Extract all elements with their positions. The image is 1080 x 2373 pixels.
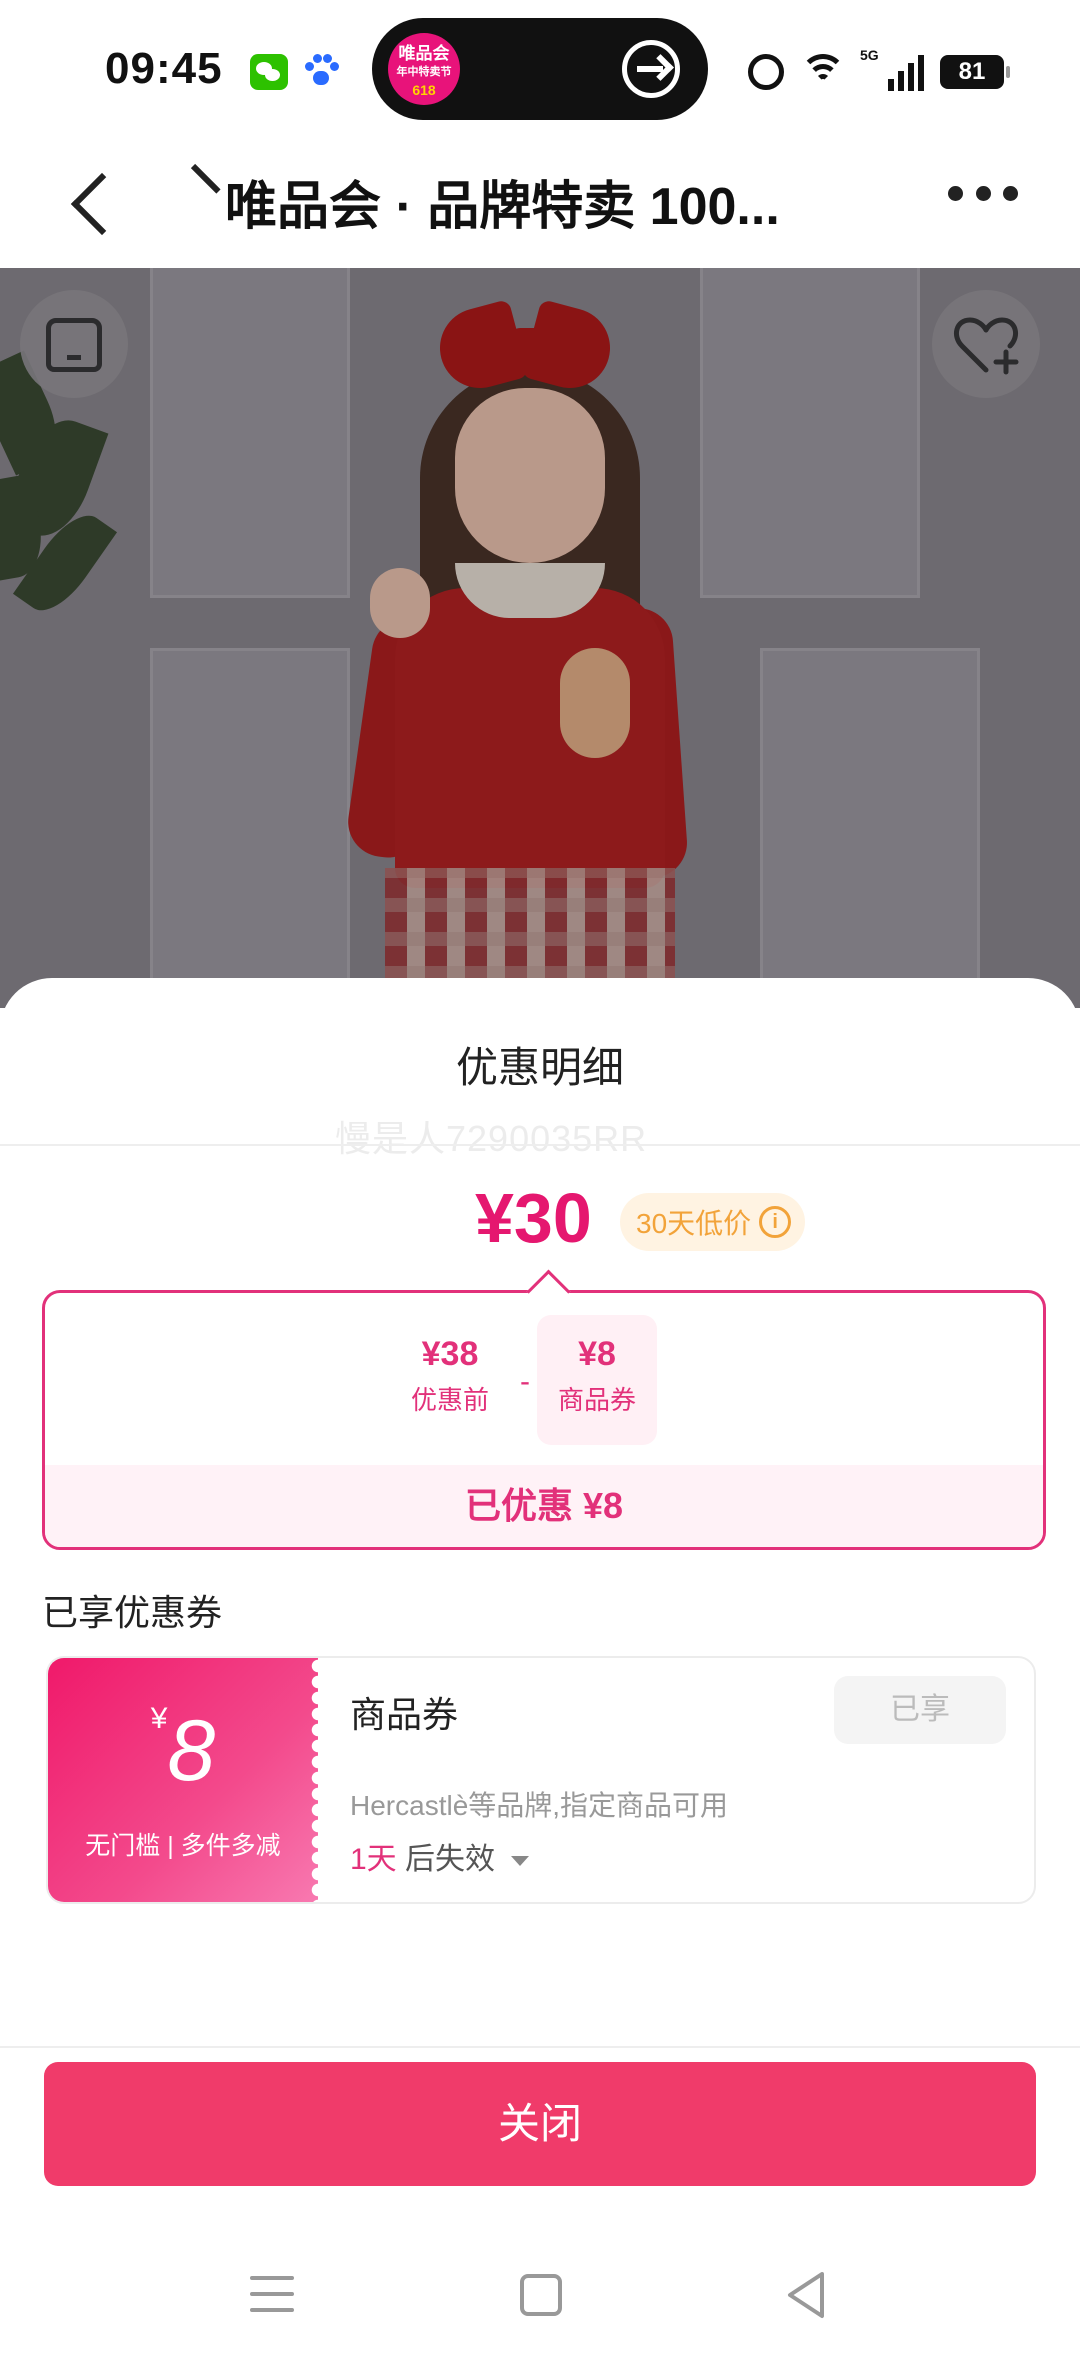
coupon-discount-label: 商品券 — [557, 1385, 636, 1415]
coupon-status-button: 已享 — [834, 1676, 1006, 1744]
back-triangle-icon[interactable] — [784, 2270, 828, 2320]
coupon-card[interactable]: ¥8 无门槛 | 多件多减 商品券 已享 Hercastlè等品牌,指定商品可用… — [46, 1656, 1036, 1904]
coupon-expiry[interactable]: 1天 后失效 — [350, 1834, 530, 1878]
minus-sign: - — [520, 1365, 530, 1398]
status-icons: 5G 81 — [748, 47, 1010, 96]
baidu-paw-icon — [304, 54, 339, 90]
recent-apps-icon[interactable] — [250, 2274, 294, 2314]
vip-618-logo: 唯品会 年中特卖节 618 — [388, 33, 460, 105]
saved-amount: 已优惠 ¥8 — [45, 1465, 1043, 1547]
home-square-icon[interactable] — [520, 2274, 562, 2316]
page-title: 唯品会 · 品牌特卖 100... — [225, 178, 780, 236]
coupon-discount-value: ¥8 — [578, 1335, 616, 1373]
heart-plus-icon — [953, 317, 1019, 375]
home-button[interactable] — [20, 290, 128, 398]
coupon-value-panel: ¥8 无门槛 | 多件多减 — [48, 1658, 326, 1902]
coupon-discount-item: ¥8 商品券 — [537, 1315, 657, 1445]
final-price: ¥30 — [475, 1179, 592, 1257]
coupon-name: 商品券 — [350, 1694, 459, 1735]
home-icon — [46, 318, 102, 372]
user-watermark: 慢是人7290035RR — [335, 1118, 648, 1159]
exit-arrow-icon[interactable] — [622, 40, 680, 98]
status-time: 09:45 — [105, 44, 223, 93]
original-price-item: ¥38 优惠前 — [390, 1315, 510, 1417]
coupon-description: Hercastlè等品牌,指定商品可用 — [350, 1790, 729, 1821]
discount-detail-sheet: 优惠明细 慢是人7290035RR ¥30 30天低价 i ¥38 优惠前 - … — [0, 978, 1080, 2373]
system-nav-bar — [0, 2240, 1080, 2360]
original-price-label: 优惠前 — [410, 1385, 489, 1415]
low-price-text: 30天低价 — [636, 1208, 752, 1239]
chevron-down-icon — [511, 1856, 530, 1867]
low-price-badge[interactable]: 30天低价 i — [620, 1193, 806, 1251]
info-icon[interactable]: i — [759, 1206, 792, 1238]
nav-bar: 唯品会 · 品牌特卖 100... — [0, 140, 1080, 268]
status-bar: 09:45 唯品会 年中特卖节 618 5G 81 — [0, 0, 1080, 140]
product-image — [0, 268, 1080, 1008]
divider — [0, 1144, 1080, 1146]
close-button[interactable]: 关闭 — [44, 2062, 1036, 2186]
battery-indicator: 81 — [940, 55, 1010, 89]
favorite-button[interactable] — [932, 290, 1040, 398]
wechat-icon — [250, 54, 288, 90]
sheet-title: 优惠明细 — [455, 1044, 624, 1091]
price-calculation-box: ¥38 优惠前 - ¥8 商品券 已优惠 ¥8 — [42, 1290, 1046, 1550]
applied-coupons-label: 已享优惠券 — [42, 1592, 223, 1633]
wifi-icon — [800, 54, 846, 90]
signal-icon: 5G — [860, 47, 924, 91]
back-icon[interactable] — [70, 168, 118, 238]
dynamic-island[interactable]: 唯品会 年中特卖节 618 — [372, 18, 708, 120]
coupon-condition: 无门槛 | 多件多减 — [85, 1832, 281, 1860]
alarm-icon — [748, 54, 784, 90]
more-icon[interactable] — [948, 186, 1018, 206]
bear-print — [560, 648, 630, 758]
original-price-value: ¥38 — [421, 1335, 479, 1373]
divider — [0, 2046, 1080, 2048]
app-root: 09:45 唯品会 年中特卖节 618 5G 81 唯品会 · 品牌特卖 100… — [0, 0, 1080, 2373]
price-row: ¥30 30天低价 i — [0, 1178, 1080, 1268]
coupon-amount: ¥8 — [150, 1702, 216, 1799]
